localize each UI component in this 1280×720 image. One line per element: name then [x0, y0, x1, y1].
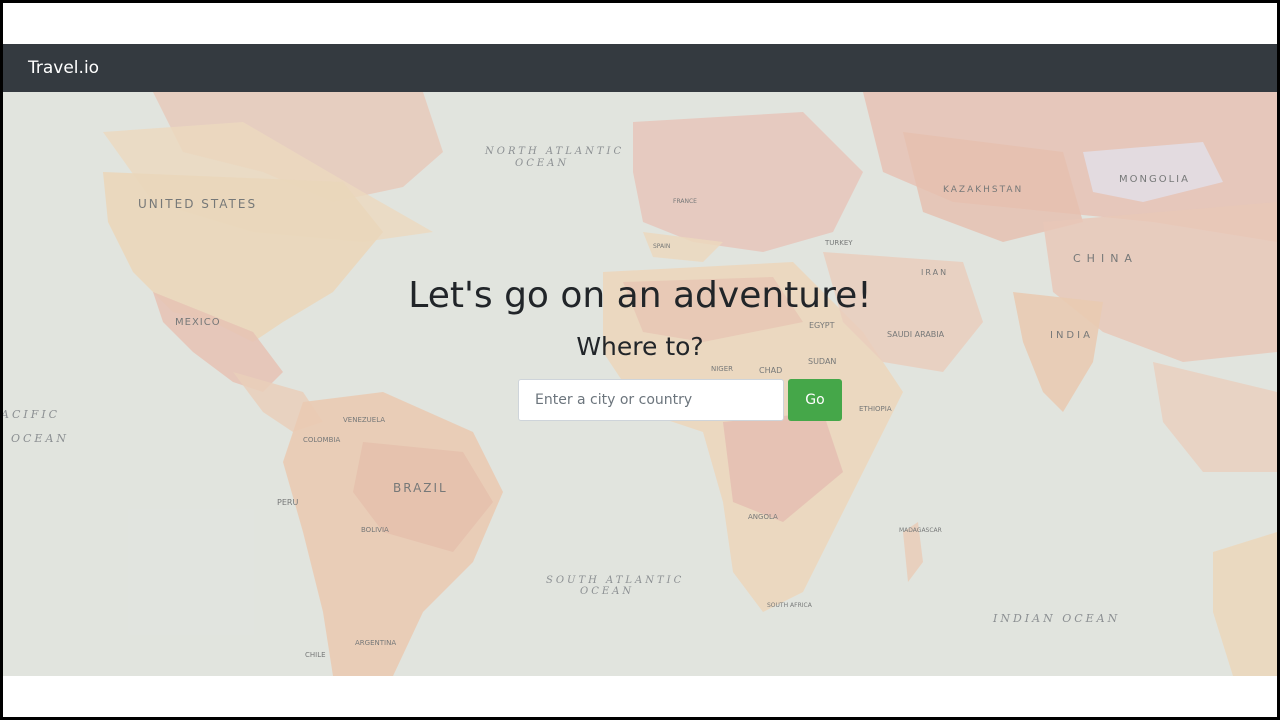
destination-search-input[interactable] — [518, 379, 784, 421]
go-button[interactable]: Go — [788, 379, 842, 421]
browser-viewport: Travel.io UNITED STATES MEXICO BRAZIL PE… — [3, 3, 1277, 717]
hero-title: Let's go on an adventure! — [408, 275, 872, 316]
hero-section: UNITED STATES MEXICO BRAZIL PERU COLOMBI… — [3, 92, 1277, 676]
top-navbar: Travel.io — [3, 44, 1277, 92]
hero-subtitle: Where to? — [576, 332, 704, 361]
destination-search-form: Go — [518, 379, 842, 421]
brand-link[interactable]: Travel.io — [28, 58, 99, 78]
